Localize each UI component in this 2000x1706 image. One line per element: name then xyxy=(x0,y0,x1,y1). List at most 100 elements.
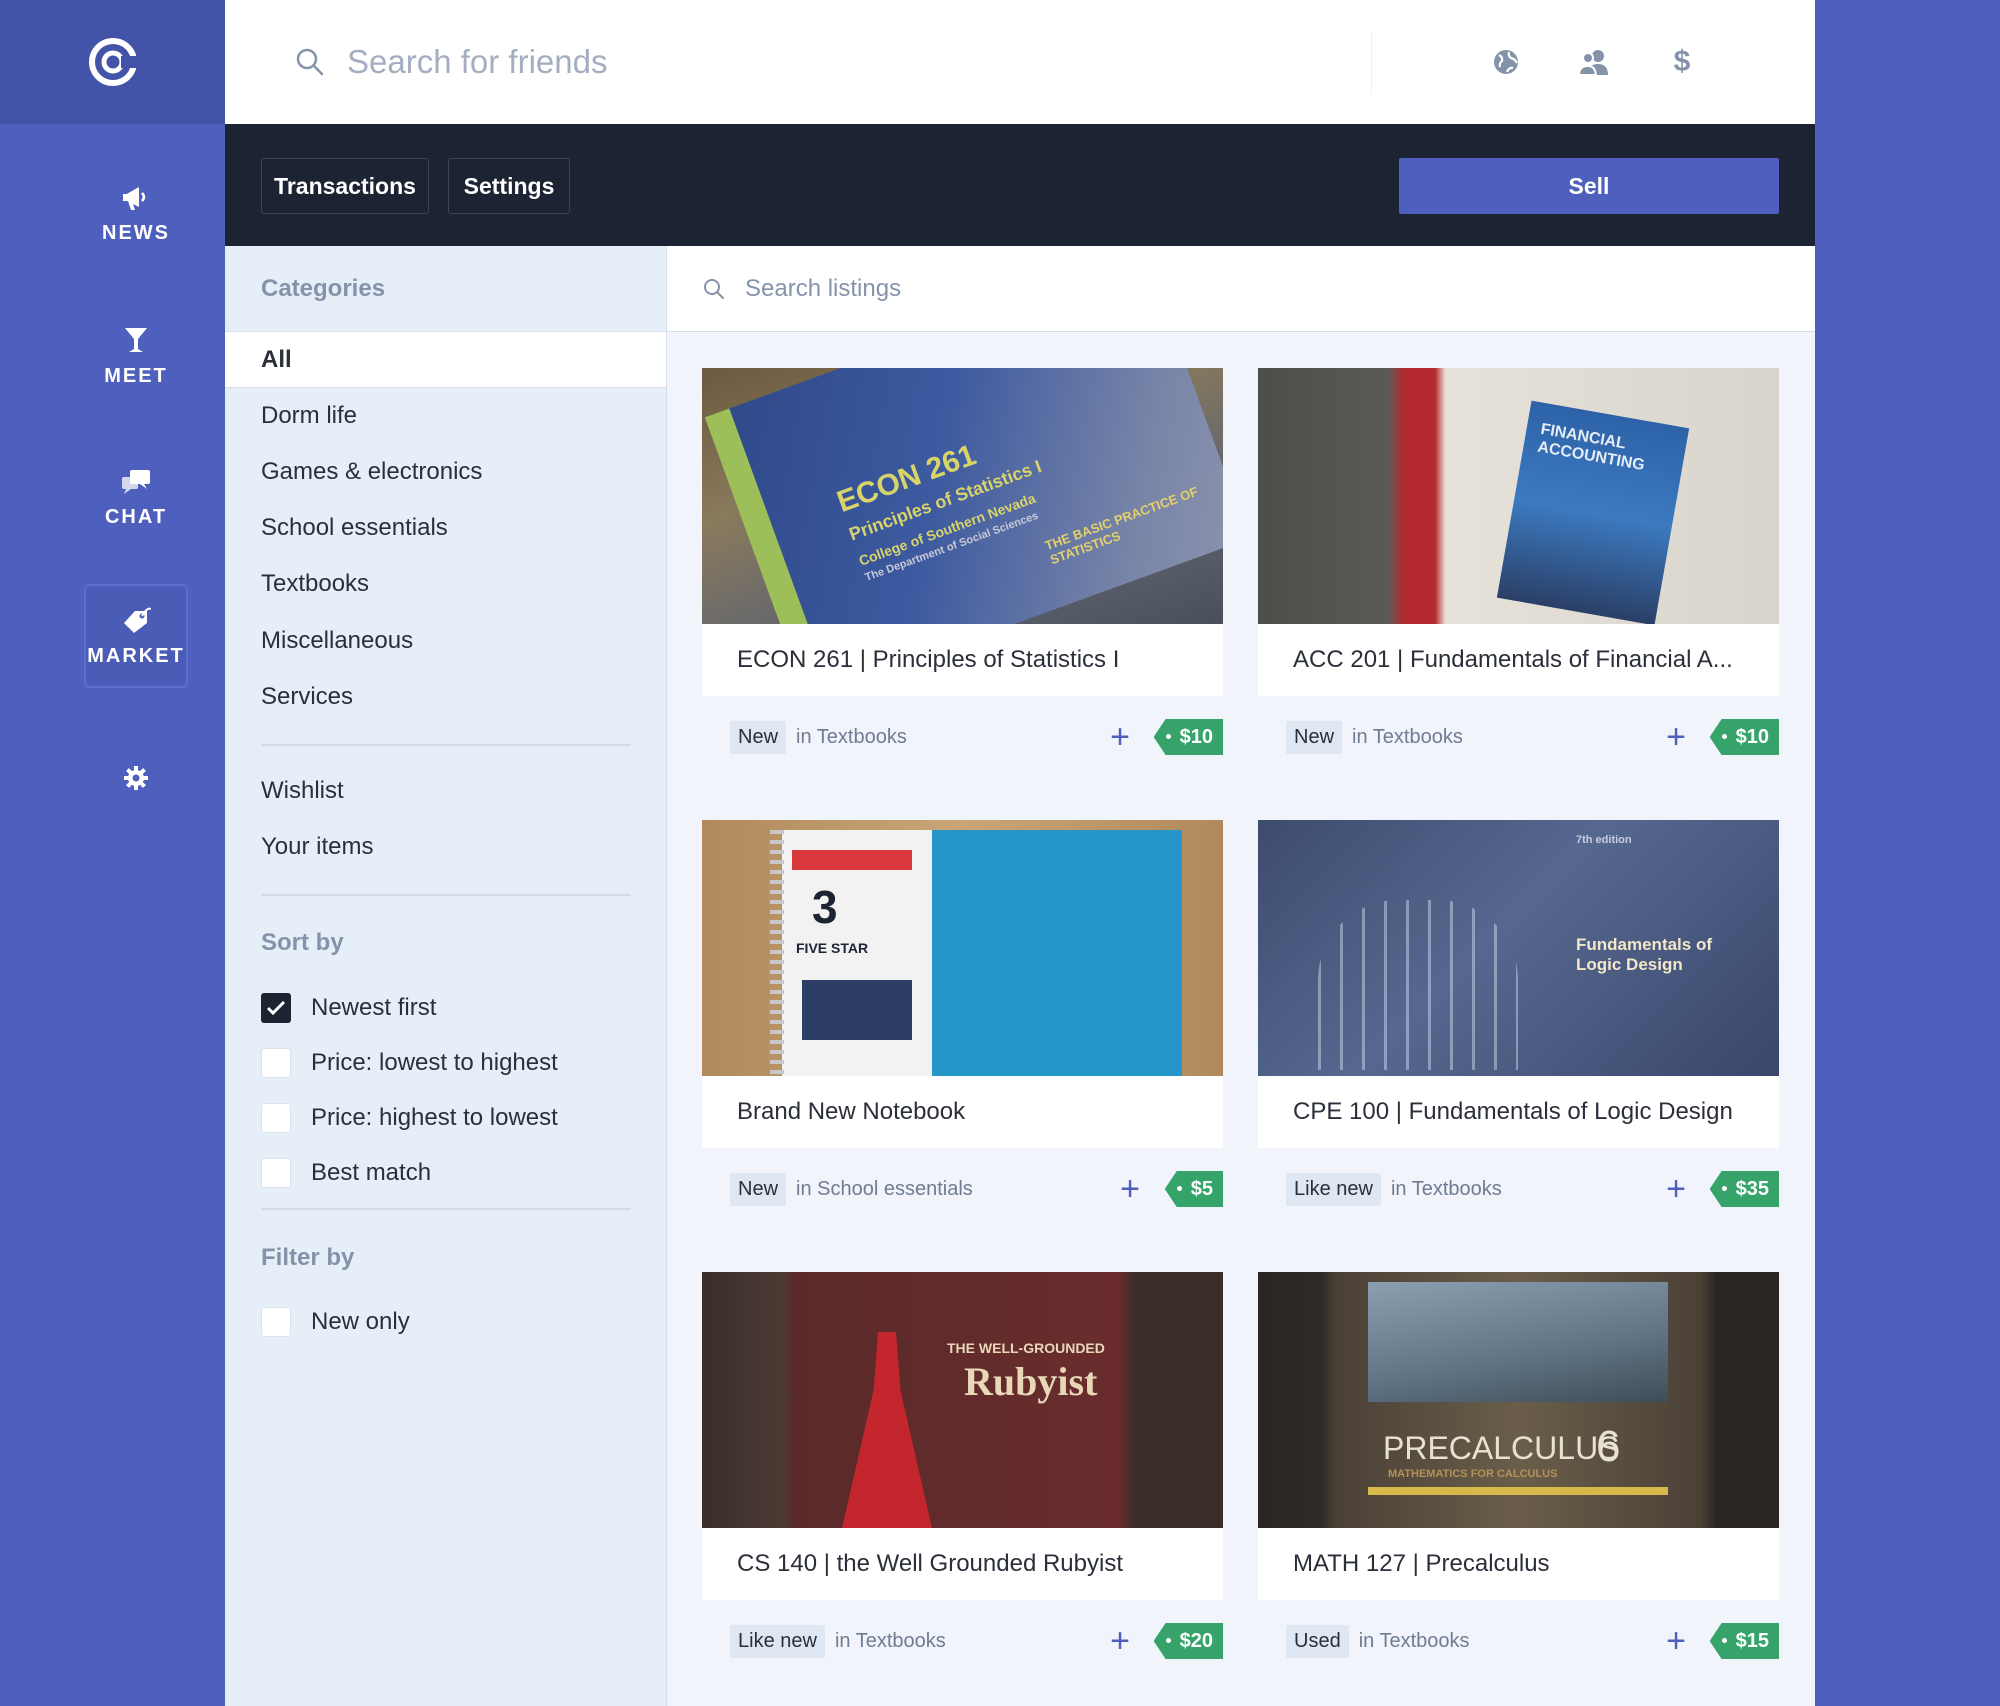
listing-title[interactable]: ECON 261 | Principles of Statistics I xyxy=(702,624,1223,696)
nav-chat-label: CHAT xyxy=(104,505,168,528)
condition-tag: Like new xyxy=(1286,1172,1381,1206)
listing-card[interactable]: 7th edition Fundamentals of Logic Design… xyxy=(1258,820,1779,1230)
listing-title[interactable]: CS 140 | the Well Grounded Rubyist xyxy=(702,1528,1223,1600)
book-edition-text: 6 xyxy=(1596,1422,1621,1471)
book-edition-text: 7th edition xyxy=(1576,834,1632,846)
listing-category: in School essentials xyxy=(796,1177,973,1200)
listing-image[interactable]: 7th edition Fundamentals of Logic Design xyxy=(1258,820,1779,1076)
listing-title[interactable]: MATH 127 | Precalculus xyxy=(1258,1528,1779,1600)
app-logo[interactable] xyxy=(0,0,225,124)
listing-image[interactable]: FINANCIAL ACCOUNTING xyxy=(1258,368,1779,624)
search-icon xyxy=(704,278,724,299)
book-subtitle-text: THE WELL-GROUNDED xyxy=(947,1340,1105,1356)
price-tag: $35 xyxy=(1709,1171,1779,1207)
condition-tag: Used xyxy=(1286,1624,1349,1658)
listing-category: in Textbooks xyxy=(834,1629,946,1652)
sort-price-high-low[interactable]: Price: highest to lowest xyxy=(261,1098,558,1138)
listing-card[interactable]: PRECALCULUS 6 MATHEMATICS FOR CALCULUS M… xyxy=(1258,1272,1779,1682)
filter-new-only[interactable]: New only xyxy=(261,1302,410,1342)
market-subnav: Transactions Settings Sell xyxy=(225,124,1815,246)
listing-title[interactable]: ACC 201 | Fundamentals of Financial A... xyxy=(1258,624,1779,696)
condition-tag: New xyxy=(730,720,787,754)
sort-newest-checkbox[interactable] xyxy=(261,993,291,1023)
friend-search-input[interactable] xyxy=(347,43,1247,81)
nav-news[interactable]: NEWS xyxy=(84,162,188,266)
sort-price-high-checkbox[interactable] xyxy=(261,1103,291,1133)
friend-search xyxy=(295,38,1345,86)
settings-button[interactable]: Settings xyxy=(448,158,570,214)
listing-card[interactable]: ECON 261 Principles of Statistics I Coll… xyxy=(702,368,1223,778)
chat-bubbles-icon xyxy=(122,469,150,494)
category-dorm-life[interactable]: Dorm life xyxy=(225,388,666,444)
search-icon xyxy=(296,48,324,76)
sort-newest-first[interactable]: Newest first xyxy=(261,988,436,1028)
sort-price-low-checkbox[interactable] xyxy=(261,1048,291,1078)
people-icon xyxy=(1577,50,1608,76)
price-tag: $10 xyxy=(1709,719,1779,755)
nav-market[interactable]: MARKET xyxy=(84,584,188,688)
listing-meta: Used in Textbooks + $15 xyxy=(1258,1600,1779,1682)
sort-best-match[interactable]: Best match xyxy=(261,1153,431,1193)
nav-market-label: MARKET xyxy=(87,644,185,667)
wishlist-link[interactable]: Wishlist xyxy=(225,763,666,819)
notebook-cover: 3 FIVE STAR xyxy=(782,830,1182,1076)
sort-by-header: Sort by xyxy=(261,929,344,956)
people-button[interactable] xyxy=(1574,42,1614,82)
listing-title[interactable]: Brand New Notebook xyxy=(702,1076,1223,1148)
listing-image[interactable]: ECON 261 Principles of Statistics I Coll… xyxy=(702,368,1223,624)
listing-meta: Like new in Textbooks + $20 xyxy=(702,1600,1223,1682)
your-items-link[interactable]: Your items xyxy=(225,819,666,875)
plus-icon[interactable]: + xyxy=(1103,1624,1137,1658)
plus-icon[interactable]: + xyxy=(1103,720,1137,754)
category-textbooks[interactable]: Textbooks xyxy=(225,556,666,612)
cover-stripe xyxy=(1368,1487,1668,1495)
category-services[interactable]: Services xyxy=(225,669,666,725)
nav-settings[interactable] xyxy=(84,726,188,830)
category-school-essentials[interactable]: School essentials xyxy=(225,500,666,556)
plus-icon[interactable]: + xyxy=(1659,720,1693,754)
listing-category: in Textbooks xyxy=(1358,1629,1470,1652)
sort-option-label: Price: highest to lowest xyxy=(311,1104,558,1131)
price-tag: $20 xyxy=(1153,1623,1223,1659)
plus-icon[interactable]: + xyxy=(1659,1624,1693,1658)
category-all[interactable]: All xyxy=(225,332,666,388)
sort-price-low-high[interactable]: Price: lowest to highest xyxy=(261,1043,558,1083)
nav-meet-label: MEET xyxy=(104,364,168,387)
condition-tag: Like new xyxy=(730,1624,825,1658)
book-title-text: Fundamentals of Logic Design xyxy=(1576,935,1713,974)
sidebar-divider xyxy=(261,1208,631,1210)
sell-button[interactable]: Sell xyxy=(1399,158,1779,214)
globe-button[interactable] xyxy=(1486,42,1526,82)
sort-best-match-checkbox[interactable] xyxy=(261,1158,291,1188)
filter-by-header: Filter by xyxy=(261,1244,355,1271)
nav-chat[interactable]: CHAT xyxy=(84,446,188,550)
cocktail-icon xyxy=(125,327,147,352)
listing-category: in Textbooks xyxy=(1352,725,1463,748)
book-practice-text: THE BASIC PRACTICE OF STATISTICS xyxy=(1042,483,1201,568)
listing-image[interactable]: THE WELL-GROUNDED Rubyist xyxy=(702,1272,1223,1528)
listing-meta: New in Textbooks + $10 xyxy=(702,696,1223,778)
transactions-button[interactable]: Transactions xyxy=(261,158,429,214)
nav-meet[interactable]: MEET xyxy=(84,304,188,408)
sort-option-label: Newest first xyxy=(311,994,437,1021)
listing-card[interactable]: THE WELL-GROUNDED Rubyist CS 140 | the W… xyxy=(702,1272,1223,1682)
listing-card[interactable]: FINANCIAL ACCOUNTING ACC 201 | Fundament… xyxy=(1258,368,1779,778)
filter-new-only-checkbox[interactable] xyxy=(261,1307,291,1337)
plus-icon[interactable]: + xyxy=(1659,1172,1693,1206)
category-games-electronics[interactable]: Games & electronics xyxy=(225,444,666,500)
sort-option-label: Price: lowest to highest xyxy=(311,1049,558,1076)
listing-image[interactable]: 3 FIVE STAR xyxy=(702,820,1223,1076)
category-miscellaneous[interactable]: Miscellaneous xyxy=(225,613,666,669)
listing-card[interactable]: 3 FIVE STAR Brand New Notebook New in Sc… xyxy=(702,820,1223,1230)
listing-title[interactable]: CPE 100 | Fundamentals of Logic Design xyxy=(1258,1076,1779,1148)
bridge-photo xyxy=(1368,1282,1668,1402)
top-bar: $ xyxy=(225,0,1815,124)
notebook-number: 3 xyxy=(812,881,838,933)
sidebar-divider xyxy=(261,894,631,896)
condition-tag: New xyxy=(1286,720,1343,754)
plus-icon[interactable]: + xyxy=(1113,1172,1147,1206)
dollar-button[interactable]: $ xyxy=(1662,42,1702,82)
checkmark-icon xyxy=(266,1000,286,1016)
listing-image[interactable]: PRECALCULUS 6 MATHEMATICS FOR CALCULUS xyxy=(1258,1272,1779,1528)
listing-search-input[interactable] xyxy=(745,274,1645,303)
